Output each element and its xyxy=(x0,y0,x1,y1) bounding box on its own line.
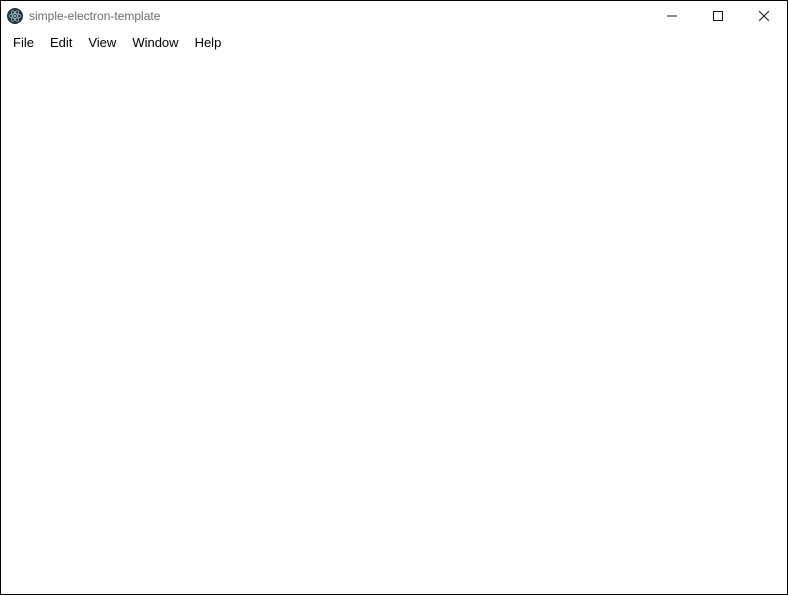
close-button[interactable] xyxy=(741,1,787,31)
titlebar-left: simple-electron-template xyxy=(7,8,160,24)
window-controls xyxy=(649,1,787,31)
menu-view[interactable]: View xyxy=(80,33,124,52)
content-area xyxy=(1,53,787,594)
window-frame: simple-electron-template File Edit View … xyxy=(0,0,788,595)
maximize-button[interactable] xyxy=(695,1,741,31)
menubar: File Edit View Window Help xyxy=(1,31,787,53)
menu-edit[interactable]: Edit xyxy=(42,33,80,52)
menu-window[interactable]: Window xyxy=(124,33,186,52)
titlebar: simple-electron-template xyxy=(1,1,787,31)
menu-help[interactable]: Help xyxy=(187,33,230,52)
minimize-button[interactable] xyxy=(649,1,695,31)
window-title: simple-electron-template xyxy=(29,9,160,23)
menu-file[interactable]: File xyxy=(5,33,42,52)
electron-app-icon xyxy=(7,8,23,24)
